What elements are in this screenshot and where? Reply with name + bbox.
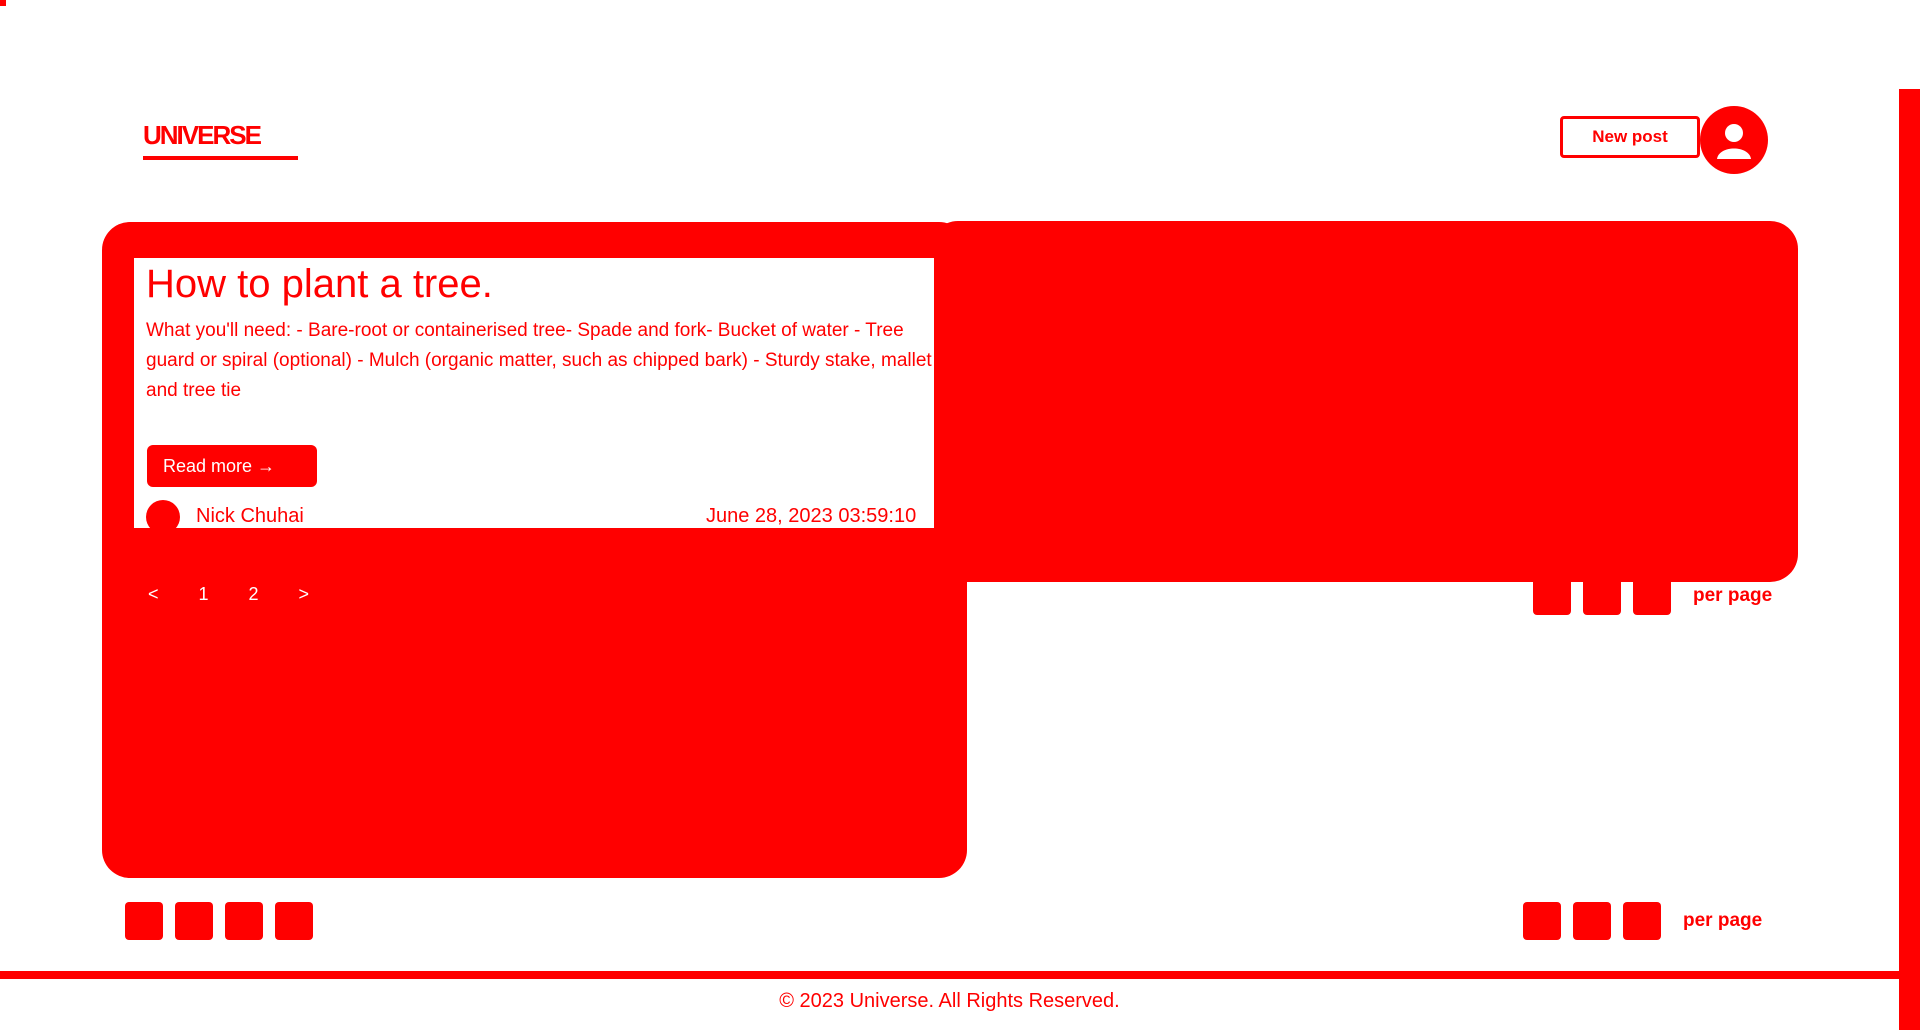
post-date: June 28, 2023 03:59:10 <box>706 505 917 527</box>
prev-page-button[interactable]: < <box>148 584 159 605</box>
page-button[interactable] <box>275 902 313 940</box>
per-page-label: per page <box>1693 585 1773 606</box>
post-title[interactable]: How to plant a tree. <box>146 262 493 307</box>
author-avatar-icon <box>146 500 180 534</box>
person-icon <box>1717 124 1751 159</box>
page-scrollbar[interactable] <box>1899 89 1920 1030</box>
user-avatar-icon[interactable] <box>1700 106 1768 174</box>
next-page-button[interactable]: > <box>299 584 310 605</box>
page-button-2[interactable]: 2 <box>249 584 259 605</box>
per-page-option[interactable] <box>1523 902 1561 940</box>
post-author[interactable]: Nick Chuhai <box>196 505 304 528</box>
post-excerpt: What you'll need: - Bare-root or contain… <box>146 320 932 401</box>
bottom-pagination <box>125 902 313 940</box>
page-button[interactable] <box>225 902 263 940</box>
post-image-panel <box>930 221 1798 582</box>
per-page-label: per page <box>1683 910 1763 931</box>
page-button[interactable] <box>175 902 213 940</box>
pagination: < 1 2 > <box>148 584 309 605</box>
corner-marker <box>0 0 6 6</box>
per-page-option[interactable] <box>1533 577 1571 615</box>
per-page-selector-bottom: per page <box>1523 902 1762 940</box>
per-page-selector: per page <box>1533 577 1772 615</box>
per-page-option[interactable] <box>1623 902 1661 940</box>
read-more-button[interactable]: Read more → <box>147 445 317 487</box>
new-post-button[interactable]: New post <box>1560 116 1700 158</box>
site-logo[interactable]: UNIVERSE <box>143 110 298 160</box>
footer-divider <box>0 971 1899 979</box>
copyright-text: © 2023 Universe. All Rights Reserved. <box>779 990 1120 1012</box>
per-page-option[interactable] <box>1633 577 1671 615</box>
page-button[interactable] <box>125 902 163 940</box>
page-button-1[interactable]: 1 <box>199 584 209 605</box>
per-page-option[interactable] <box>1573 902 1611 940</box>
per-page-option[interactable] <box>1583 577 1621 615</box>
